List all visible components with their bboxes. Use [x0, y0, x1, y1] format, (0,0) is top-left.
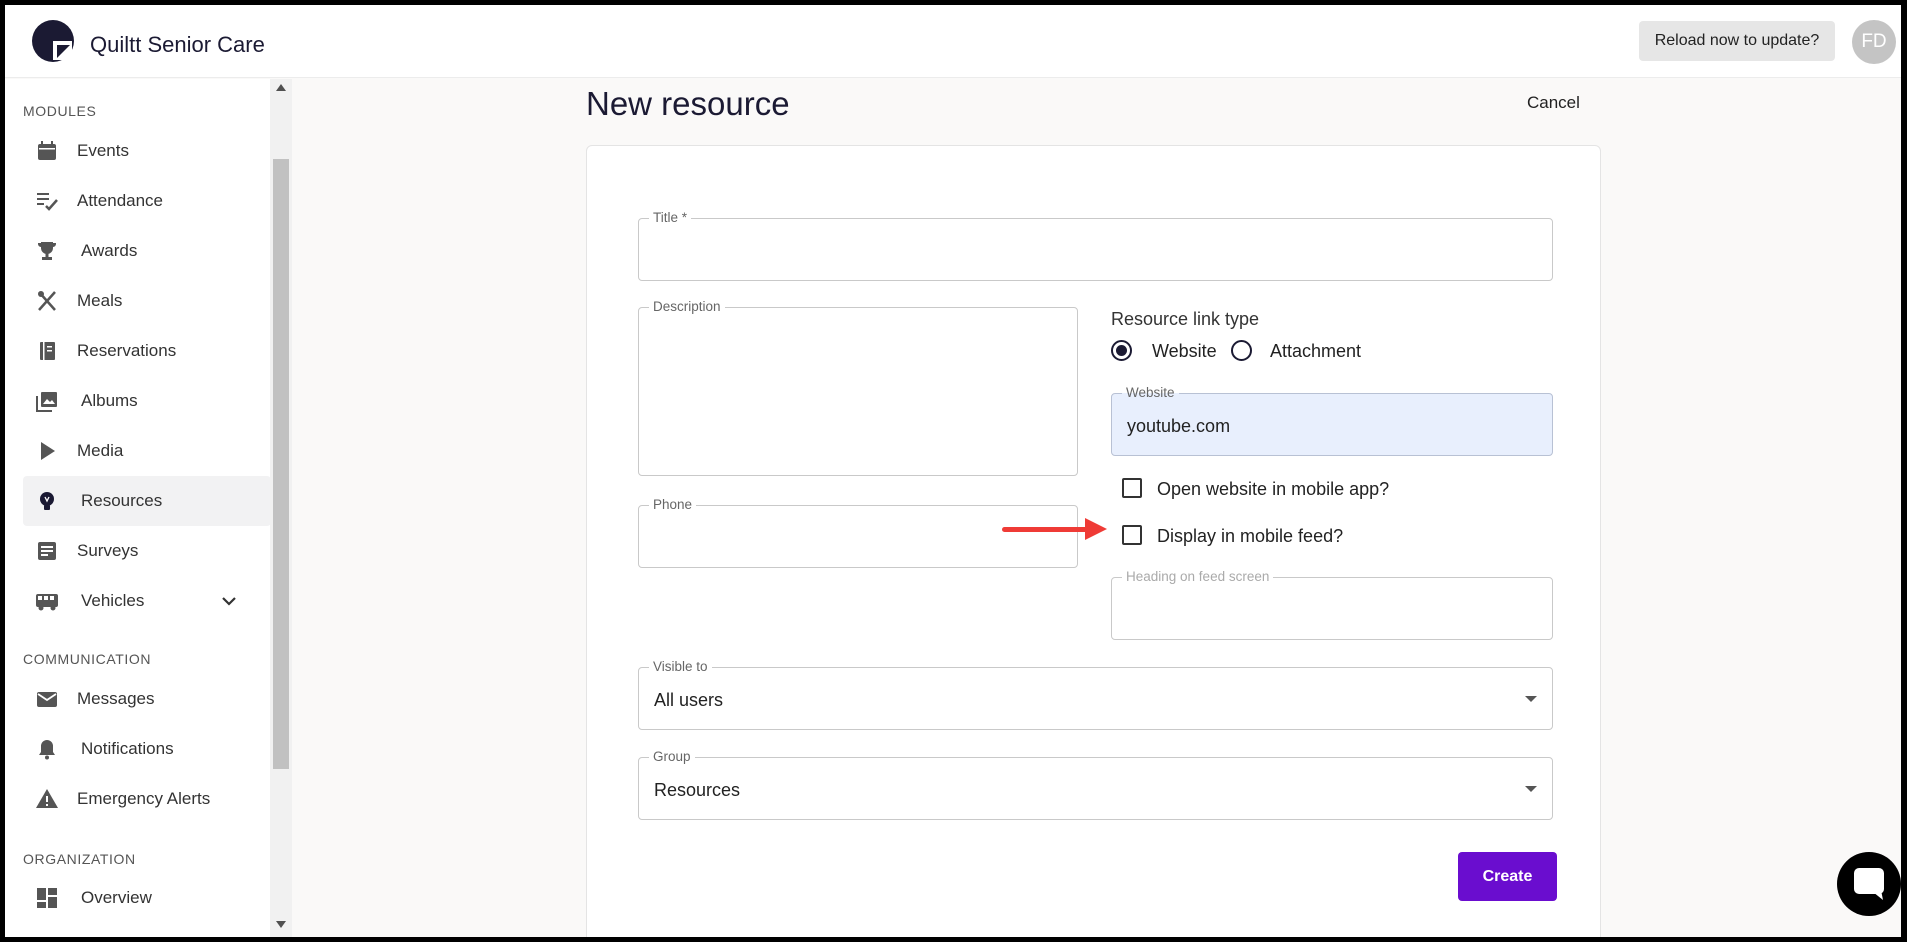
- phone-label: Phone: [649, 497, 697, 513]
- sidebar-item-attendance[interactable]: Attendance: [23, 176, 270, 226]
- sidebar-item-label: Emergency Alerts: [77, 789, 211, 808]
- display-in-feed-label[interactable]: Display in mobile feed?: [1157, 526, 1343, 547]
- lightbulb-icon: [40, 492, 54, 510]
- section-title-modules: MODULES: [23, 103, 97, 119]
- group-label: Group: [649, 749, 695, 765]
- radio-attachment-label[interactable]: Attachment: [1270, 341, 1361, 362]
- quiltt-logo-icon: [32, 20, 74, 62]
- annotation-arrow-head-icon: [1085, 518, 1107, 540]
- sidebar-item-label: Notifications: [81, 739, 174, 758]
- sidebar-item-messages[interactable]: Messages: [23, 674, 270, 724]
- checklist-icon: [37, 193, 58, 211]
- chevron-down-icon[interactable]: [219, 591, 239, 611]
- description-label: Description: [649, 299, 725, 315]
- dropdown-arrow-icon: [1525, 696, 1537, 702]
- sidebar-item-notifications[interactable]: Notifications: [23, 724, 270, 774]
- mail-icon: [37, 692, 57, 707]
- warning-icon: [36, 789, 58, 808]
- app-title: Quiltt Senior Care: [90, 32, 265, 57]
- sidebar-item-label: Attendance: [77, 191, 164, 210]
- radio-website-label[interactable]: Website: [1152, 341, 1217, 362]
- sidebar-item-emergency-alerts[interactable]: Emergency Alerts: [23, 774, 270, 824]
- book-icon: [40, 342, 55, 360]
- phone-field[interactable]: Phone: [638, 497, 1078, 568]
- photo-album-icon: [36, 392, 57, 412]
- scroll-up-arrow-icon[interactable]: [276, 84, 286, 91]
- sidebar-item-overview[interactable]: Overview: [23, 873, 270, 923]
- sidebar-item-label: Overview: [81, 888, 152, 907]
- visible-to-select[interactable]: Visible to All users: [638, 659, 1553, 730]
- utensils-icon: [38, 291, 56, 311]
- user-avatar[interactable]: FD: [1852, 20, 1896, 64]
- trophy-icon: [38, 242, 56, 260]
- top-header: Quiltt Senior Care Reload now to update?…: [5, 5, 1901, 78]
- page-title: New resource: [586, 85, 790, 122]
- sidebar-nav: MODULES Events Attendance Awards Meals R…: [5, 79, 270, 937]
- sidebar-item-media[interactable]: Media: [23, 426, 270, 476]
- radio-selected-dot: [1116, 345, 1127, 356]
- reload-update-button[interactable]: Reload now to update?: [1639, 21, 1835, 61]
- display-in-feed-checkbox[interactable]: [1122, 525, 1142, 545]
- dropdown-arrow-icon: [1525, 786, 1537, 792]
- visible-to-value: All users: [654, 690, 724, 710]
- sidebar-item-label: Media: [77, 441, 124, 460]
- sidebar-item-label: Vehicles: [81, 591, 145, 610]
- sidebar-item-surveys[interactable]: Surveys: [23, 526, 270, 576]
- section-title-communication: COMMUNICATION: [23, 651, 152, 667]
- sidebar-item-label: Resources: [81, 491, 163, 510]
- survey-icon: [38, 542, 56, 560]
- sidebar-item-reservations[interactable]: Reservations: [23, 326, 270, 376]
- radio-attachment[interactable]: [1231, 340, 1252, 361]
- sidebar-item-awards[interactable]: Awards: [23, 226, 270, 276]
- bus-icon: [36, 594, 58, 611]
- sidebar-item-label: Reservations: [77, 341, 177, 360]
- visible-to-label: Visible to: [649, 659, 712, 675]
- sidebar-item-albums[interactable]: Albums: [23, 376, 270, 426]
- section-title-organization: ORGANIZATION: [23, 851, 136, 867]
- cancel-button[interactable]: Cancel: [1527, 93, 1580, 113]
- play-icon: [41, 442, 55, 460]
- chat-support-button[interactable]: [1837, 852, 1901, 916]
- sidebar-item-label: Messages: [77, 689, 155, 708]
- sidebar-item-label: Albums: [81, 391, 138, 410]
- annotation-arrow-shaft: [1002, 527, 1090, 532]
- sidebar-item-meals[interactable]: Meals: [23, 276, 270, 326]
- sidebar-item-label: Awards: [81, 241, 138, 260]
- sidebar-item-resources[interactable]: Resources: [23, 476, 270, 526]
- website-label: Website: [1122, 385, 1179, 401]
- sidebar-item-vehicles[interactable]: Vehicles: [23, 576, 270, 626]
- sidebar-item-label: Events: [77, 141, 129, 160]
- website-input[interactable]: youtube.com: [1127, 416, 1230, 437]
- scroll-down-arrow-icon[interactable]: [276, 921, 286, 928]
- radio-website[interactable]: [1111, 340, 1132, 361]
- group-select[interactable]: Group Resources: [638, 749, 1553, 820]
- title-label: Title *: [649, 210, 692, 226]
- dashboard-icon: [37, 888, 57, 908]
- group-value: Resources: [654, 780, 741, 800]
- sidebar-item-events[interactable]: Events: [23, 126, 270, 176]
- bell-icon: [39, 740, 55, 760]
- sidebar-scrollbar[interactable]: [270, 79, 292, 937]
- heading-label: Heading on feed screen: [1122, 569, 1274, 585]
- heading-field[interactable]: Heading on feed screen: [1111, 569, 1553, 640]
- sidebar-item-label: Meals: [77, 291, 123, 310]
- create-button[interactable]: Create: [1458, 852, 1557, 901]
- chat-bubble-icon: [1854, 868, 1884, 900]
- calendar-icon: [38, 141, 56, 160]
- sidebar-item-label: Surveys: [77, 541, 139, 560]
- open-in-app-checkbox[interactable]: [1122, 478, 1142, 498]
- title-field[interactable]: Title *: [638, 210, 1553, 281]
- website-field[interactable]: Website youtube.com: [1111, 385, 1553, 456]
- app-window: Quiltt Senior Care Reload now to update?…: [5, 5, 1901, 937]
- description-field[interactable]: Description: [638, 299, 1078, 476]
- resource-link-type-label: Resource link type: [1111, 309, 1260, 329]
- scrollbar-thumb[interactable]: [273, 159, 289, 769]
- open-in-app-label[interactable]: Open website in mobile app?: [1157, 479, 1389, 500]
